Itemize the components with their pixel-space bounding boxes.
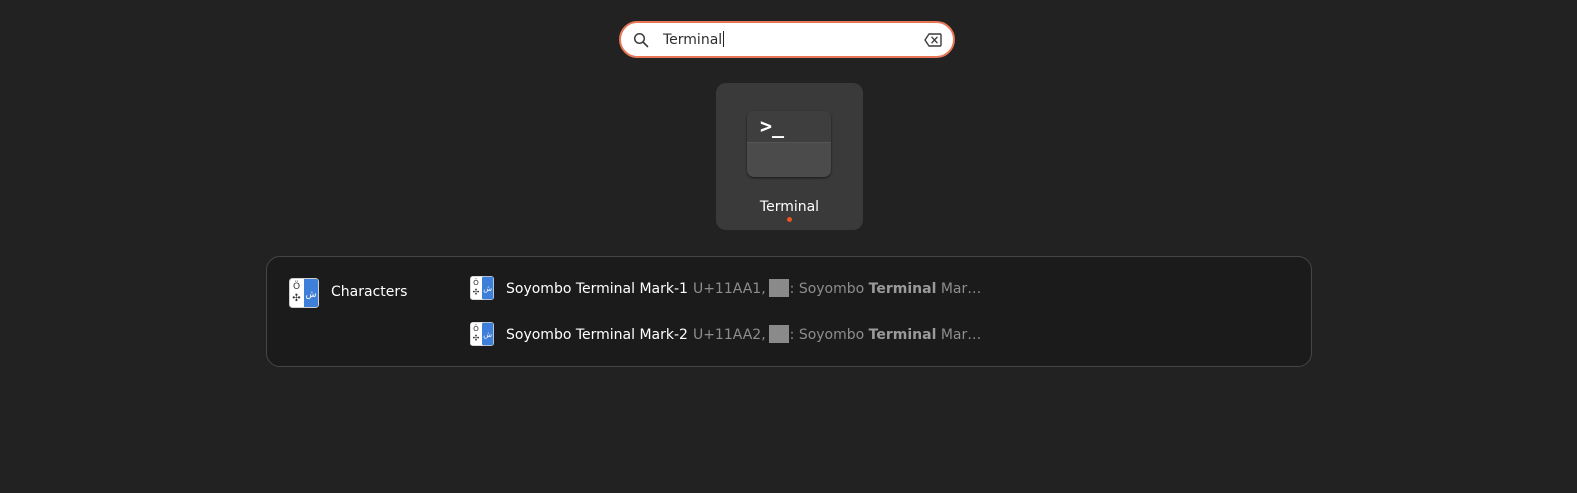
result-name: Soyombo Terminal Mark-2 (506, 327, 688, 343)
svg-text:✣: ✣ (473, 333, 480, 342)
app-result-label: Terminal (759, 199, 820, 215)
activities-search-overview: Terminal >_ Terminal Ö ✣ ش Characters Ö … (0, 0, 1577, 493)
svg-text:ش: ش (483, 284, 492, 293)
svg-text:Ö: Ö (473, 278, 479, 287)
clear-text-icon[interactable] (924, 33, 942, 47)
missing-glyph-box (768, 279, 789, 297)
character-result-row[interactable]: Ö ✣ ش Soyombo Terminal Mark-2 U+11AA2,: S… (470, 318, 1290, 350)
characters-app-icon: Ö ✣ ش (470, 276, 494, 300)
provider-header[interactable]: Ö ✣ ش (289, 278, 319, 308)
text-caret (723, 31, 725, 47)
app-result-terminal[interactable]: >_ Terminal (716, 83, 863, 230)
characters-app-icon: Ö ✣ ش (470, 322, 494, 346)
svg-text:Ö: Ö (473, 324, 479, 333)
result-name: Soyombo Terminal Mark-1 (506, 281, 688, 297)
characters-app-icon: Ö ✣ ش (289, 278, 319, 308)
provider-title: Characters (331, 284, 408, 300)
terminal-icon: >_ (747, 111, 831, 177)
svg-text:Ö: Ö (293, 281, 300, 292)
svg-text:ش: ش (483, 330, 492, 339)
svg-text:✣: ✣ (473, 287, 480, 296)
result-description: U+11AA2,: Soyombo Terminal Mar… (692, 325, 982, 343)
running-indicator (787, 217, 792, 222)
missing-glyph-box (768, 325, 789, 343)
search-provider-characters: Ö ✣ ش Characters Ö ✣ ش Soyombo Terminal … (266, 256, 1312, 367)
search-value[interactable]: Terminal (663, 31, 725, 49)
search-icon (633, 32, 649, 48)
character-result-row[interactable]: Ö ✣ ش Soyombo Terminal Mark-1 U+11AA1,: S… (470, 272, 1290, 304)
search-input[interactable]: Terminal (619, 21, 955, 58)
svg-text:ش: ش (306, 290, 317, 300)
result-description: U+11AA1,: Soyombo Terminal Mar… (692, 279, 982, 297)
svg-text:✣: ✣ (292, 293, 300, 304)
